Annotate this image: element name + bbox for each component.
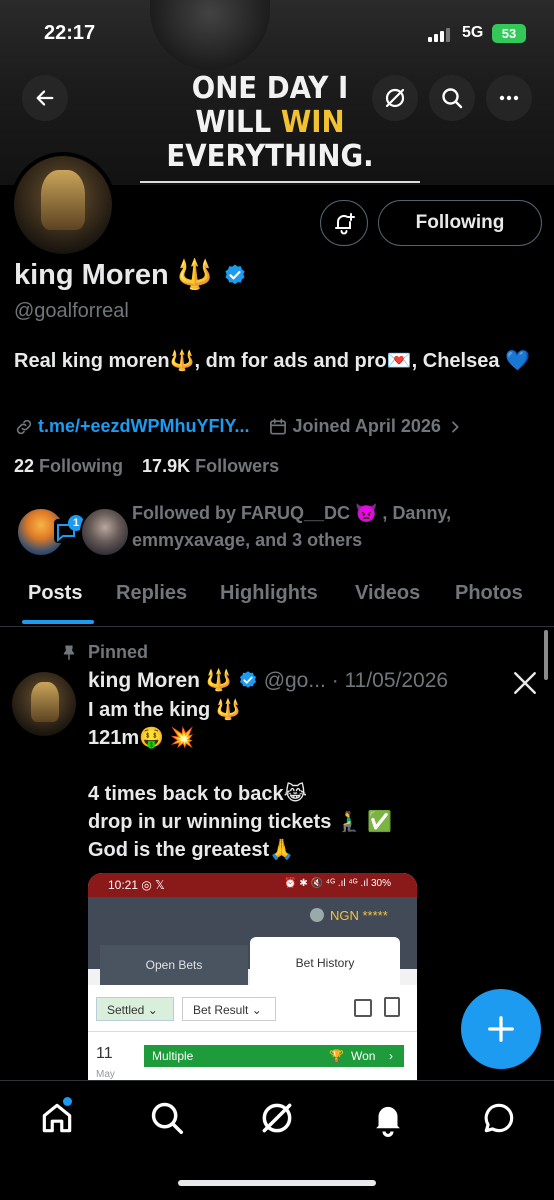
followers-stat[interactable]: 17.9K Followers [142, 456, 279, 476]
calendar-icon [269, 418, 286, 434]
post-line: God is the greatest🙏 [88, 839, 295, 861]
verified-badge-icon [239, 671, 256, 688]
banner-quote-line2: WILL WIN [195, 105, 345, 140]
post-date: · 11/05/2026 [331, 669, 449, 692]
search-button[interactable] [429, 75, 475, 121]
status-time: 22:17 [44, 22, 96, 44]
home-indicator[interactable] [178, 1180, 376, 1186]
post-header: king Moren 🔱 @go... · 11/05/2026 [88, 669, 448, 693]
post-media-image[interactable]: 10:21 ◎ 𝕏 ⏰ ✱ 🔇 ⁴ᴳ .ıl ⁴ᴳ .ıl 30% NGN **… [88, 873, 417, 1083]
profile-link[interactable]: t.me/+eezdWPMhuYFlY... [38, 416, 250, 437]
nav-search[interactable] [148, 1099, 186, 1142]
embed-bet-row: Multiple 🏆 Won › [144, 1045, 404, 1067]
tab-videos[interactable]: Videos [355, 582, 420, 605]
banner-figure [150, 0, 270, 70]
embed-filter-result: Bet Result ⌄ [182, 997, 276, 1021]
profile-name-row: king Moren 🔱 [14, 258, 247, 292]
nav-grok[interactable] [258, 1099, 296, 1142]
notification-dot [63, 1097, 72, 1106]
link-icon [16, 419, 32, 434]
signal-icon [428, 28, 450, 42]
embed-tabs: Open Bets Bet History [88, 937, 417, 985]
trophy-icon: 🏆 [329, 1049, 344, 1063]
embed-status-bar: 10:21 ◎ 𝕏 ⏰ ✱ 🔇 ⁴ᴳ .ıl ⁴ᴳ .ıl 30% [88, 873, 417, 897]
search-icon [151, 1102, 183, 1134]
profile-avatar[interactable] [10, 152, 116, 258]
avatar-figure [41, 170, 85, 230]
pin-icon [63, 645, 75, 660]
embed-calendar-icon [354, 999, 372, 1017]
banner-quote-highlight: WIN [280, 105, 345, 140]
notifications-icon [376, 1106, 400, 1137]
banner-quote-line1: ONE DAY I [191, 71, 349, 106]
grok-button[interactable] [372, 75, 418, 121]
embed-filter-settled: Settled ⌄ [96, 997, 174, 1021]
active-tab-indicator [22, 620, 94, 624]
nav-notifications[interactable] [369, 1099, 407, 1142]
following-stat[interactable]: 22 Following [14, 456, 123, 476]
notify-button[interactable] [320, 200, 368, 246]
embed-content: Settled ⌄ Bet Result ⌄ 11 May Multiple 🏆… [88, 985, 417, 1083]
messages-icon [484, 1103, 514, 1133]
scrollbar[interactable] [544, 630, 548, 680]
x-logo-icon[interactable] [512, 670, 538, 696]
following-button[interactable]: Following [378, 200, 542, 246]
follower-avatar-2 [80, 507, 130, 557]
post-author-name[interactable]: king Moren 🔱 [88, 669, 232, 692]
chevron-right-icon: › [389, 1049, 393, 1063]
joined-date: Joined April 2026 [292, 416, 441, 436]
post-line: I am the king 🔱 [88, 699, 241, 721]
profile-tabs: Posts Replies Highlights Videos Photos [0, 570, 554, 627]
grok-icon [262, 1103, 292, 1133]
followed-by-text[interactable]: Followed by FARUQ__DC 👿 , Danny, emmyxav… [132, 500, 542, 554]
embed-delete-icon [384, 997, 400, 1017]
back-button[interactable] [22, 75, 68, 121]
banner-quote-line3: EVERYTHING. [166, 139, 374, 174]
post-line: 121m🤑 💥 [88, 727, 195, 749]
profile-handle: @goalforreal [14, 300, 129, 322]
embed-day: 11 [96, 1045, 113, 1062]
post-author-handle: @go... [263, 669, 326, 692]
plus-icon [488, 1016, 514, 1042]
avatar-figure [31, 682, 59, 722]
post-author-avatar[interactable] [12, 672, 76, 736]
battery-indicator: 53 [492, 24, 526, 43]
network-type: 5G [462, 24, 484, 41]
pinned-label: Pinned [88, 642, 149, 662]
chevron-right-icon[interactable] [447, 419, 463, 435]
battery-level: 53 [501, 26, 517, 41]
profile-bio: Real king moren🔱, dm for ads and pro💌, C… [14, 350, 530, 372]
embed-avatar-icon [310, 908, 324, 922]
more-icon [499, 95, 519, 101]
banner-underline [140, 181, 420, 183]
verified-badge-icon [225, 264, 245, 285]
compose-button[interactable] [461, 989, 541, 1069]
profile-name: king Moren 🔱 [14, 259, 213, 291]
tab-highlights[interactable]: Highlights [220, 582, 318, 605]
grok-icon [385, 88, 405, 108]
tab-replies[interactable]: Replies [116, 582, 187, 605]
back-arrow-icon [36, 90, 54, 106]
nav-home[interactable] [38, 1097, 76, 1137]
nav-messages[interactable] [480, 1099, 518, 1142]
embed-month: May [96, 1069, 115, 1080]
search-icon [442, 88, 463, 109]
more-button[interactable] [486, 75, 532, 121]
banner-quote: ONE DAY I WILL WIN EVERYTHING. [160, 72, 381, 174]
profile-meta: t.me/+eezdWPMhuYFlY... Joined April 2026 [14, 416, 463, 437]
post-line: 4 times back to back😹 [88, 783, 308, 805]
tab-posts[interactable]: Posts [28, 582, 82, 605]
tab-photos[interactable]: Photos [455, 582, 523, 605]
follow-stats: 22 Following 17.9K Followers [14, 456, 279, 477]
post-line [88, 752, 528, 780]
post-body: I am the king 🔱 121m🤑 💥 4 times back to … [88, 696, 528, 864]
bell-plus-icon [335, 213, 355, 235]
post-line: drop in ur winning tickets 🧎‍♂️ ✅ [88, 811, 393, 833]
followers-you-know-avatars[interactable]: 1 [14, 505, 130, 557]
